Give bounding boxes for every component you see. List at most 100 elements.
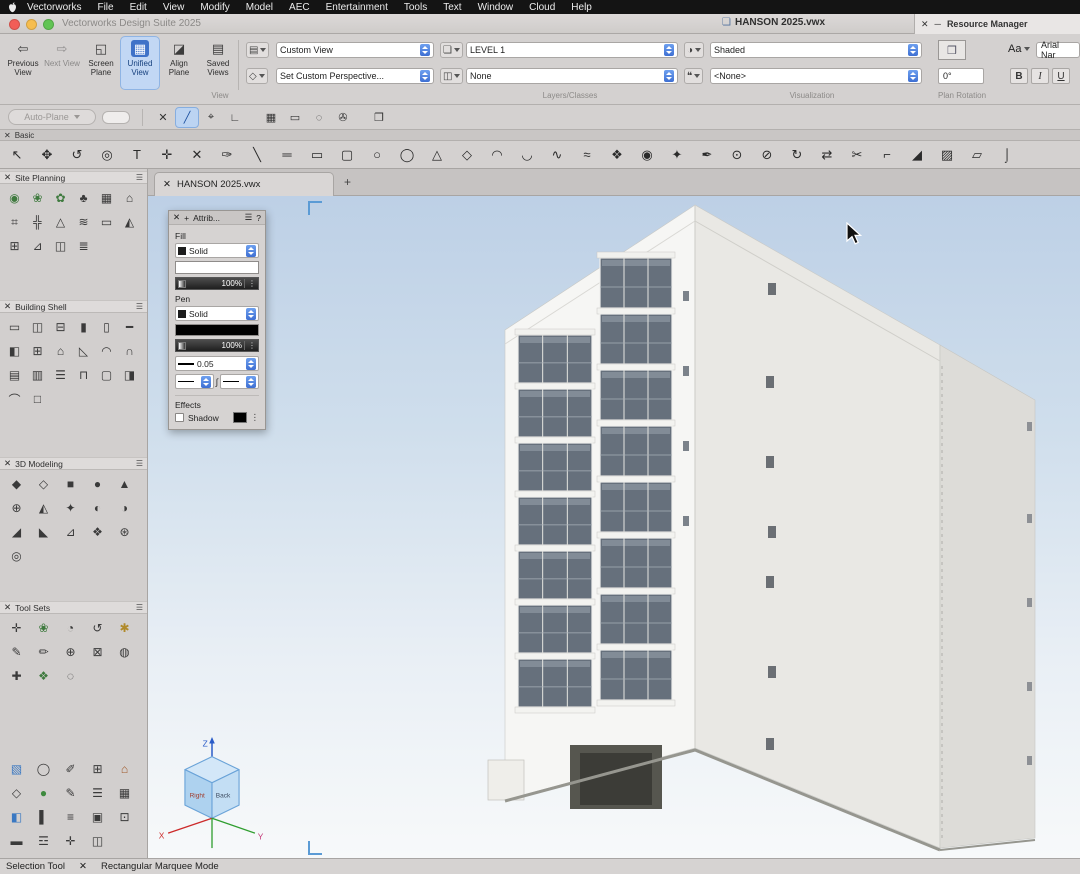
- snap-point-mode[interactable]: ⌖: [200, 108, 222, 127]
- oval-marquee-mode[interactable]: ◌: [308, 108, 330, 127]
- massing-model-tool[interactable]: ⌂: [118, 186, 141, 210]
- traffic-light-close[interactable]: [9, 19, 20, 30]
- dot-square-icon[interactable]: ⊡: [111, 805, 138, 829]
- move-tool[interactable]: ✛: [3, 616, 30, 640]
- eyedropper-tool[interactable]: ✑: [212, 142, 242, 167]
- wall-tool[interactable]: ▭: [3, 315, 26, 339]
- perspective-dropdown[interactable]: Set Custom Perspective...: [276, 68, 434, 84]
- floor-tool[interactable]: □: [26, 387, 49, 411]
- half-square-icon[interactable]: ◧: [3, 805, 30, 829]
- align-plane-button[interactable]: ◪ Align Plane: [160, 37, 198, 89]
- previous-view-button[interactable]: ⇦ Previous View: [4, 37, 42, 89]
- door-tool[interactable]: ◧: [3, 339, 26, 363]
- layers-icon[interactable]: ❏: [440, 42, 463, 58]
- traffic-light-zoom[interactable]: [43, 19, 54, 30]
- extrude-tool[interactable]: ◆: [3, 472, 30, 496]
- pilaster-tool[interactable]: ▯: [95, 315, 118, 339]
- saved-views-button[interactable]: ▤ Saved Views: [199, 37, 237, 89]
- annotation-tool[interactable]: ✎: [3, 640, 30, 664]
- basic-close-icon[interactable]: ✕: [4, 131, 11, 140]
- equal-icon[interactable]: ≡: [57, 805, 84, 829]
- rectangle-tool[interactable]: ▭: [302, 142, 332, 167]
- menu-item[interactable]: File: [97, 2, 113, 13]
- regular-polygon-tool[interactable]: ◇: [452, 142, 482, 167]
- fill-opacity-bar[interactable]: 100% ⋮: [175, 277, 259, 290]
- cube-face-back-label[interactable]: Back: [216, 793, 231, 800]
- font-style-menu[interactable]: Aa: [1008, 43, 1030, 55]
- arc-tool[interactable]: ◠: [482, 142, 512, 167]
- clip-cube-tool[interactable]: ⊠: [84, 640, 111, 664]
- render-options-icon[interactable]: ❒: [938, 40, 966, 60]
- fill-color-swatch[interactable]: [175, 261, 259, 274]
- ellipse-set-tool[interactable]: ◌: [57, 664, 84, 688]
- palette-menu-icon[interactable]: ☰: [136, 459, 143, 468]
- drawing-canvas[interactable]: Z Right Back X Y: [148, 196, 1080, 858]
- palette-menu-icon[interactable]: ☰: [136, 173, 143, 182]
- slab-tool[interactable]: ⊟: [49, 315, 72, 339]
- boxed-icon[interactable]: ▣: [84, 805, 111, 829]
- unified-view-button[interactable]: ▦ Unified View: [121, 37, 159, 89]
- palette-menu-icon[interactable]: ☰: [136, 302, 143, 311]
- sphere-icon[interactable]: ◯: [30, 757, 57, 781]
- model-3d-building[interactable]: [148, 196, 1080, 858]
- mirror-tool[interactable]: ⇄: [812, 142, 842, 167]
- twist-tool[interactable]: ⊛: [111, 520, 138, 544]
- double-line-tool[interactable]: ═: [272, 142, 302, 167]
- palette-menu-icon[interactable]: ☰: [136, 603, 143, 612]
- wand-tool[interactable]: ✦: [662, 142, 692, 167]
- opening-tool[interactable]: ⊓: [72, 363, 95, 387]
- pen-tool[interactable]: ✒: [692, 142, 722, 167]
- bold-button[interactable]: B: [1010, 68, 1028, 84]
- menu-item[interactable]: Entertainment: [326, 2, 388, 13]
- menu-item[interactable]: Text: [443, 2, 461, 13]
- trigram-icon[interactable]: ☲: [30, 829, 57, 853]
- plant-set-tool[interactable]: ❀: [30, 616, 57, 640]
- menu-item[interactable]: Modify: [200, 2, 229, 13]
- zoom-tool[interactable]: ◎: [92, 142, 122, 167]
- font-name-field[interactable]: Arial Nar: [1036, 42, 1080, 58]
- 3d-modeling-header[interactable]: ✕ 3D Modeling ☰: [0, 457, 147, 470]
- hedge-tool[interactable]: ♣: [72, 186, 95, 210]
- shadow-color-swatch[interactable]: [233, 412, 247, 423]
- chamfer-tool[interactable]: ◢: [902, 142, 932, 167]
- trim-tool[interactable]: ✂: [842, 142, 872, 167]
- menu-item[interactable]: Tools: [404, 2, 427, 13]
- palette-close-icon[interactable]: ✕: [4, 172, 11, 183]
- resource-manager-close-icon[interactable]: ✕: [921, 19, 929, 30]
- building-shell-header[interactable]: ✕ Building Shell ☰: [0, 300, 147, 313]
- flyover-tool[interactable]: ↺: [62, 142, 92, 167]
- spiral-tool[interactable]: ◉: [632, 142, 662, 167]
- view-dropdown[interactable]: Custom View: [276, 42, 434, 58]
- fill-type-dropdown[interactable]: Solid: [175, 243, 259, 258]
- insert-tool[interactable]: ⊕: [57, 640, 84, 664]
- class-dropdown[interactable]: None: [466, 68, 678, 84]
- move-by-points-tool[interactable]: ✛: [152, 142, 182, 167]
- stake-tool[interactable]: ◉: [3, 186, 26, 210]
- grid-icon[interactable]: ⊞: [84, 757, 111, 781]
- light-tool[interactable]: ✱: [111, 616, 138, 640]
- dimension-tool[interactable]: ✏: [30, 640, 57, 664]
- sphere-tool[interactable]: ●: [84, 472, 111, 496]
- hardscape-tool[interactable]: ▦: [95, 186, 118, 210]
- polyline-tool[interactable]: ∿: [542, 142, 572, 167]
- texture-icon[interactable]: ▧: [3, 757, 30, 781]
- menu-item[interactable]: Model: [246, 2, 273, 13]
- render-mode-icon[interactable]: ◑: [684, 42, 704, 58]
- line-tool[interactable]: ╲: [242, 142, 272, 167]
- tool-sets-header[interactable]: ✕ Tool Sets ☰: [0, 601, 147, 614]
- render-style-tool[interactable]: ◍: [111, 640, 138, 664]
- underline-button[interactable]: U: [1052, 68, 1070, 84]
- line-end-marker-dropdown[interactable]: [220, 374, 259, 389]
- tab-close-icon[interactable]: ✕: [163, 179, 171, 190]
- text-tool[interactable]: T: [122, 142, 152, 167]
- view-menu-icon[interactable]: ▤: [246, 42, 269, 58]
- selection-tool[interactable]: ↖: [2, 142, 32, 167]
- deform-tool[interactable]: ⊿: [57, 520, 84, 544]
- menu-item[interactable]: Window: [478, 2, 514, 13]
- vault-tool[interactable]: ⌒: [3, 387, 26, 411]
- next-view-button[interactable]: ⇨ Next View: [43, 37, 81, 89]
- new-tab-button[interactable]: +: [344, 175, 351, 189]
- attributes-move-icon[interactable]: +: [184, 213, 189, 223]
- layer-dropdown[interactable]: LEVEL 1: [466, 42, 678, 58]
- connect-combine-tool[interactable]: ⌡: [992, 142, 1022, 167]
